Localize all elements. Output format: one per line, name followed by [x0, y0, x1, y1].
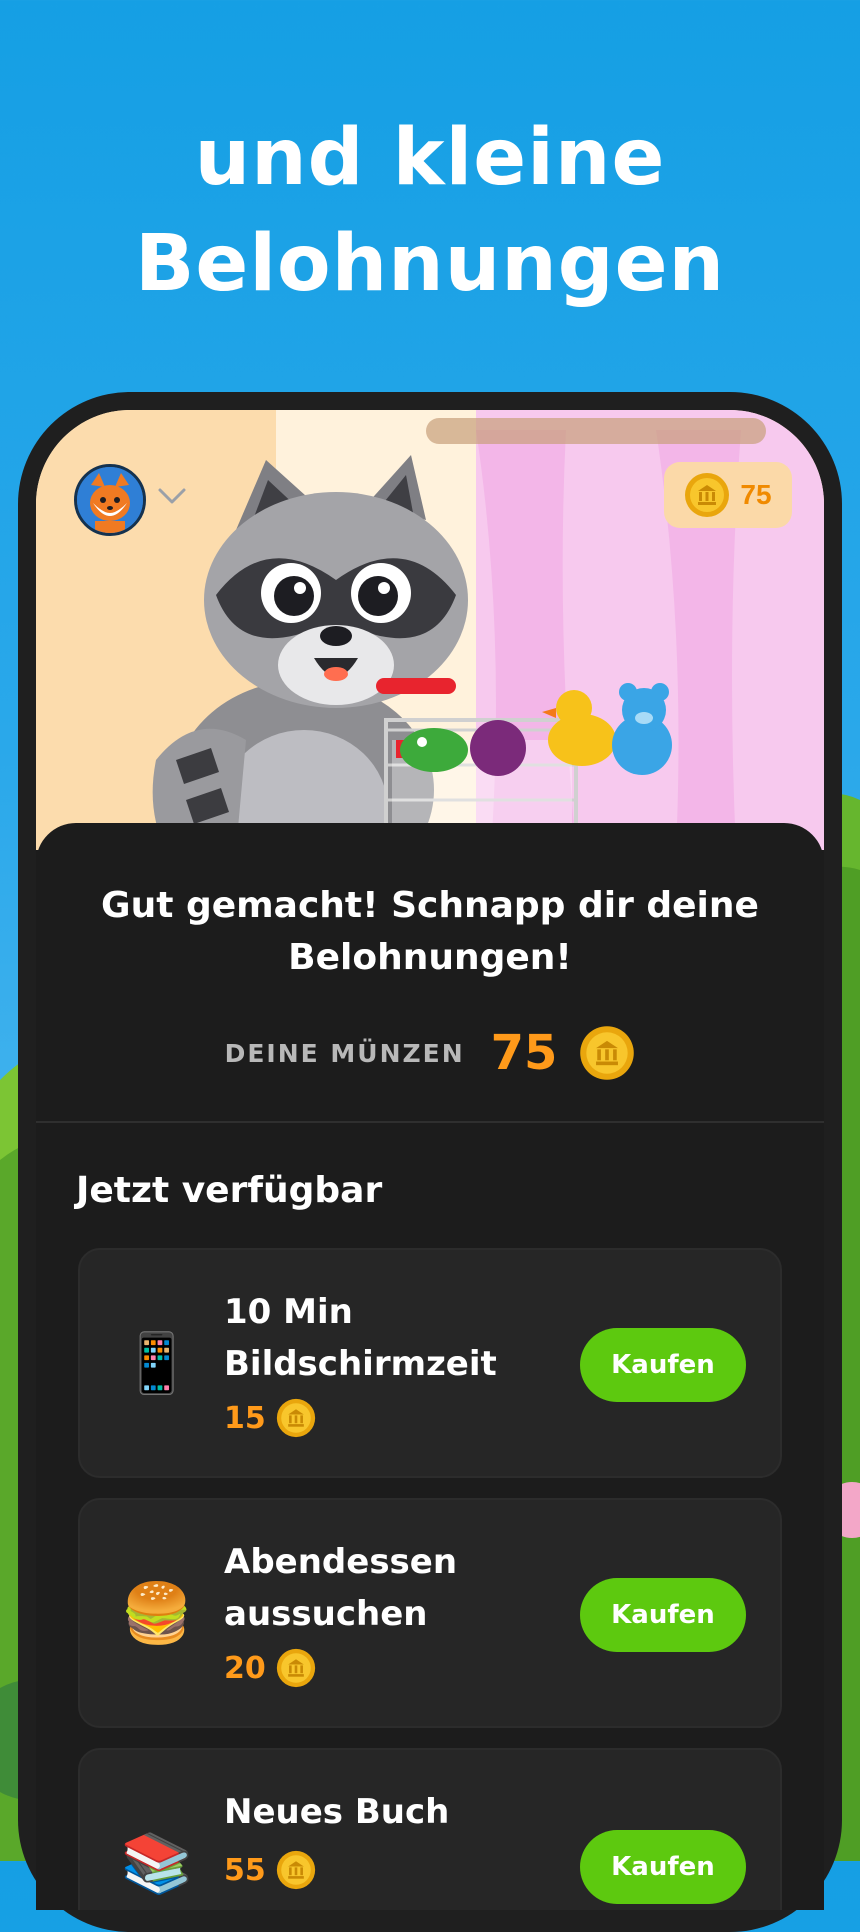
coin-balance-badge[interactable]: 75 — [664, 462, 792, 528]
books-icon: 📚 — [120, 1829, 194, 1897]
my-coins-label: DEINE MÜNZEN — [224, 1038, 465, 1068]
coin-icon — [276, 1850, 315, 1890]
reward-card: 📱 10 Min Bildschirmzeit 15 Kaufen — [78, 1248, 782, 1478]
promo-headline: und kleine Belohnungen — [0, 105, 860, 317]
my-coins-value: 75 — [490, 1025, 558, 1081]
coin-icon — [276, 1398, 315, 1438]
section-title: Jetzt verfügbar — [76, 1170, 383, 1211]
coin-balance-value: 75 — [740, 479, 772, 510]
coin-icon — [685, 473, 730, 517]
reward-price: 15 — [224, 1398, 316, 1438]
headline-line-1: und kleine — [194, 113, 666, 203]
divider — [36, 1121, 824, 1123]
sheet-title: Gut gemacht! Schnapp dir deine Belohnung… — [101, 885, 759, 978]
reward-price-value: 55 — [224, 1852, 266, 1888]
phone-screen: 75 Gut gemacht! Schnapp dir deine Belohn… — [36, 410, 824, 1910]
buy-button[interactable]: Kaufen — [580, 1578, 746, 1652]
headline-line-2: Belohnungen — [134, 219, 726, 309]
reward-name: Abendessen aussuchen — [224, 1542, 458, 1634]
chevron-down-icon[interactable] — [154, 484, 190, 508]
fox-face-icon — [77, 467, 143, 533]
reward-price: 20 — [224, 1648, 316, 1688]
my-coins-row: DEINE MÜNZEN 75 — [36, 1023, 824, 1083]
reward-name: Neues Buch — [224, 1792, 450, 1832]
coin-icon — [580, 1026, 635, 1080]
reward-card: 📚 Neues Buch 55 Kaufen — [78, 1748, 782, 1910]
reward-name: 10 Min Bildschirmzeit — [224, 1292, 497, 1384]
reward-price: 55 — [224, 1850, 316, 1890]
fox-avatar-icon[interactable] — [74, 464, 146, 536]
reward-price-value: 20 — [224, 1650, 266, 1686]
burger-icon: 🍔 — [120, 1579, 194, 1647]
reward-price-value: 15 — [224, 1400, 266, 1436]
coin-icon — [276, 1648, 315, 1688]
reward-card: 🍔 Abendessen aussuchen 20 Kaufen — [78, 1498, 782, 1728]
phone-icon: 📱 — [120, 1329, 194, 1397]
buy-button[interactable]: Kaufen — [580, 1328, 746, 1402]
buy-button[interactable]: Kaufen — [580, 1830, 746, 1904]
